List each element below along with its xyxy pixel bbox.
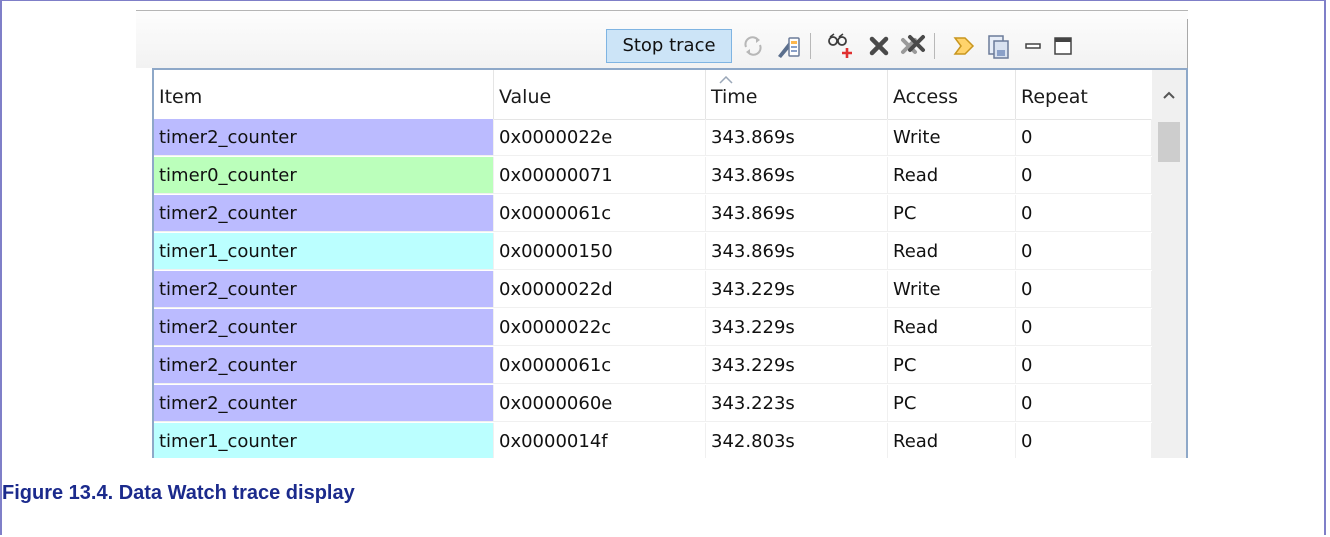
table-row[interactable]: timer2_counter 0x0000022c 343.229s Read 0 [154,309,1152,347]
access-cell: Read [888,233,1016,270]
scrollbar-thumb[interactable] [1158,122,1180,162]
access-cell: Read [888,309,1016,346]
go-to-icon[interactable] [948,29,982,63]
time-cell: 343.229s [706,347,888,384]
repeat-cell: 0 [1016,271,1152,308]
item-cell: timer2_counter [154,309,494,346]
access-cell: Write [888,271,1016,308]
value-cell: 0x0000060e [494,385,706,422]
time-cell: 343.869s [706,157,888,194]
repeat-cell: 0 [1016,309,1152,346]
time-cell: 343.869s [706,119,888,156]
sort-ascending-icon [719,76,733,84]
minimize-icon[interactable] [1016,29,1050,63]
access-cell: Read [888,157,1016,194]
table-row[interactable]: timer1_counter 0x0000014f 342.803s Read 0 [154,423,1152,458]
maximize-icon[interactable] [1046,29,1080,63]
time-cell: 343.223s [706,385,888,422]
value-cell: 0x0000014f [494,423,706,458]
repeat-cell: 0 [1016,157,1152,194]
repeat-cell: 0 [1016,119,1152,156]
add-watch-icon[interactable] [824,29,858,63]
time-cell: 342.803s [706,423,888,458]
table-row[interactable]: timer2_counter 0x0000061c 343.869s PC 0 [154,195,1152,233]
item-cell: timer2_counter [154,119,494,156]
value-cell: 0x00000150 [494,233,706,270]
scroll-up-icon[interactable] [1152,70,1186,119]
time-cell: 343.229s [706,309,888,346]
value-cell: 0x00000071 [494,157,706,194]
repeat-cell: 0 [1016,347,1152,384]
column-header-access[interactable]: Access [888,70,1016,119]
vertical-scrollbar[interactable] [1152,70,1186,458]
value-cell: 0x0000022c [494,309,706,346]
data-watch-view: Stop trace Item Value Time Access Repeat… [136,10,1188,458]
table-row[interactable]: timer2_counter 0x0000022d 343.229s Write 0 [154,271,1152,309]
value-cell: 0x0000061c [494,195,706,232]
table-row[interactable]: timer2_counter 0x0000061c 343.229s PC 0 [154,347,1152,385]
item-cell: timer2_counter [154,347,494,384]
figure-caption: Figure 13.4. Data Watch trace display [2,482,355,504]
trace-table: Item Value Time Access Repeat timer2_cou… [152,68,1188,458]
view-toolbar: Stop trace [136,10,1188,69]
column-header-item[interactable]: Item [154,70,494,119]
repeat-cell: 0 [1016,423,1152,458]
item-cell: timer2_counter [154,195,494,232]
item-cell: timer2_counter [154,385,494,422]
export-icon[interactable] [982,29,1016,63]
repeat-cell: 0 [1016,385,1152,422]
item-cell: timer1_counter [154,233,494,270]
stop-trace-button[interactable]: Stop trace [606,29,732,63]
item-cell: timer0_counter [154,157,494,194]
time-cell: 343.229s [706,271,888,308]
access-cell: Read [888,423,1016,458]
column-header-value[interactable]: Value [494,70,706,119]
table-row[interactable]: timer0_counter 0x00000071 343.869s Read 0 [154,157,1152,195]
item-cell: timer2_counter [154,271,494,308]
time-cell: 343.869s [706,233,888,270]
item-cell: timer1_counter [154,423,494,458]
access-cell: Write [888,119,1016,156]
access-cell: PC [888,385,1016,422]
value-cell: 0x0000022e [494,119,706,156]
remove-all-icon[interactable] [896,29,930,63]
remove-icon[interactable] [862,29,896,63]
trace-settings-icon[interactable] [772,29,806,63]
access-cell: PC [888,195,1016,232]
access-cell: PC [888,347,1016,384]
time-cell: 343.869s [706,195,888,232]
repeat-cell: 0 [1016,233,1152,270]
column-header-repeat[interactable]: Repeat [1016,70,1152,119]
column-header-time[interactable]: Time [706,70,888,119]
table-header: Item Value Time Access Repeat [154,70,1152,120]
table-row[interactable]: timer2_counter 0x0000022e 343.869s Write 0 [154,119,1152,157]
table-row[interactable]: timer2_counter 0x0000060e 343.223s PC 0 [154,385,1152,423]
refresh-icon[interactable] [736,29,770,63]
table-row[interactable]: timer1_counter 0x00000150 343.869s Read 0 [154,233,1152,271]
value-cell: 0x0000022d [494,271,706,308]
value-cell: 0x0000061c [494,347,706,384]
repeat-cell: 0 [1016,195,1152,232]
